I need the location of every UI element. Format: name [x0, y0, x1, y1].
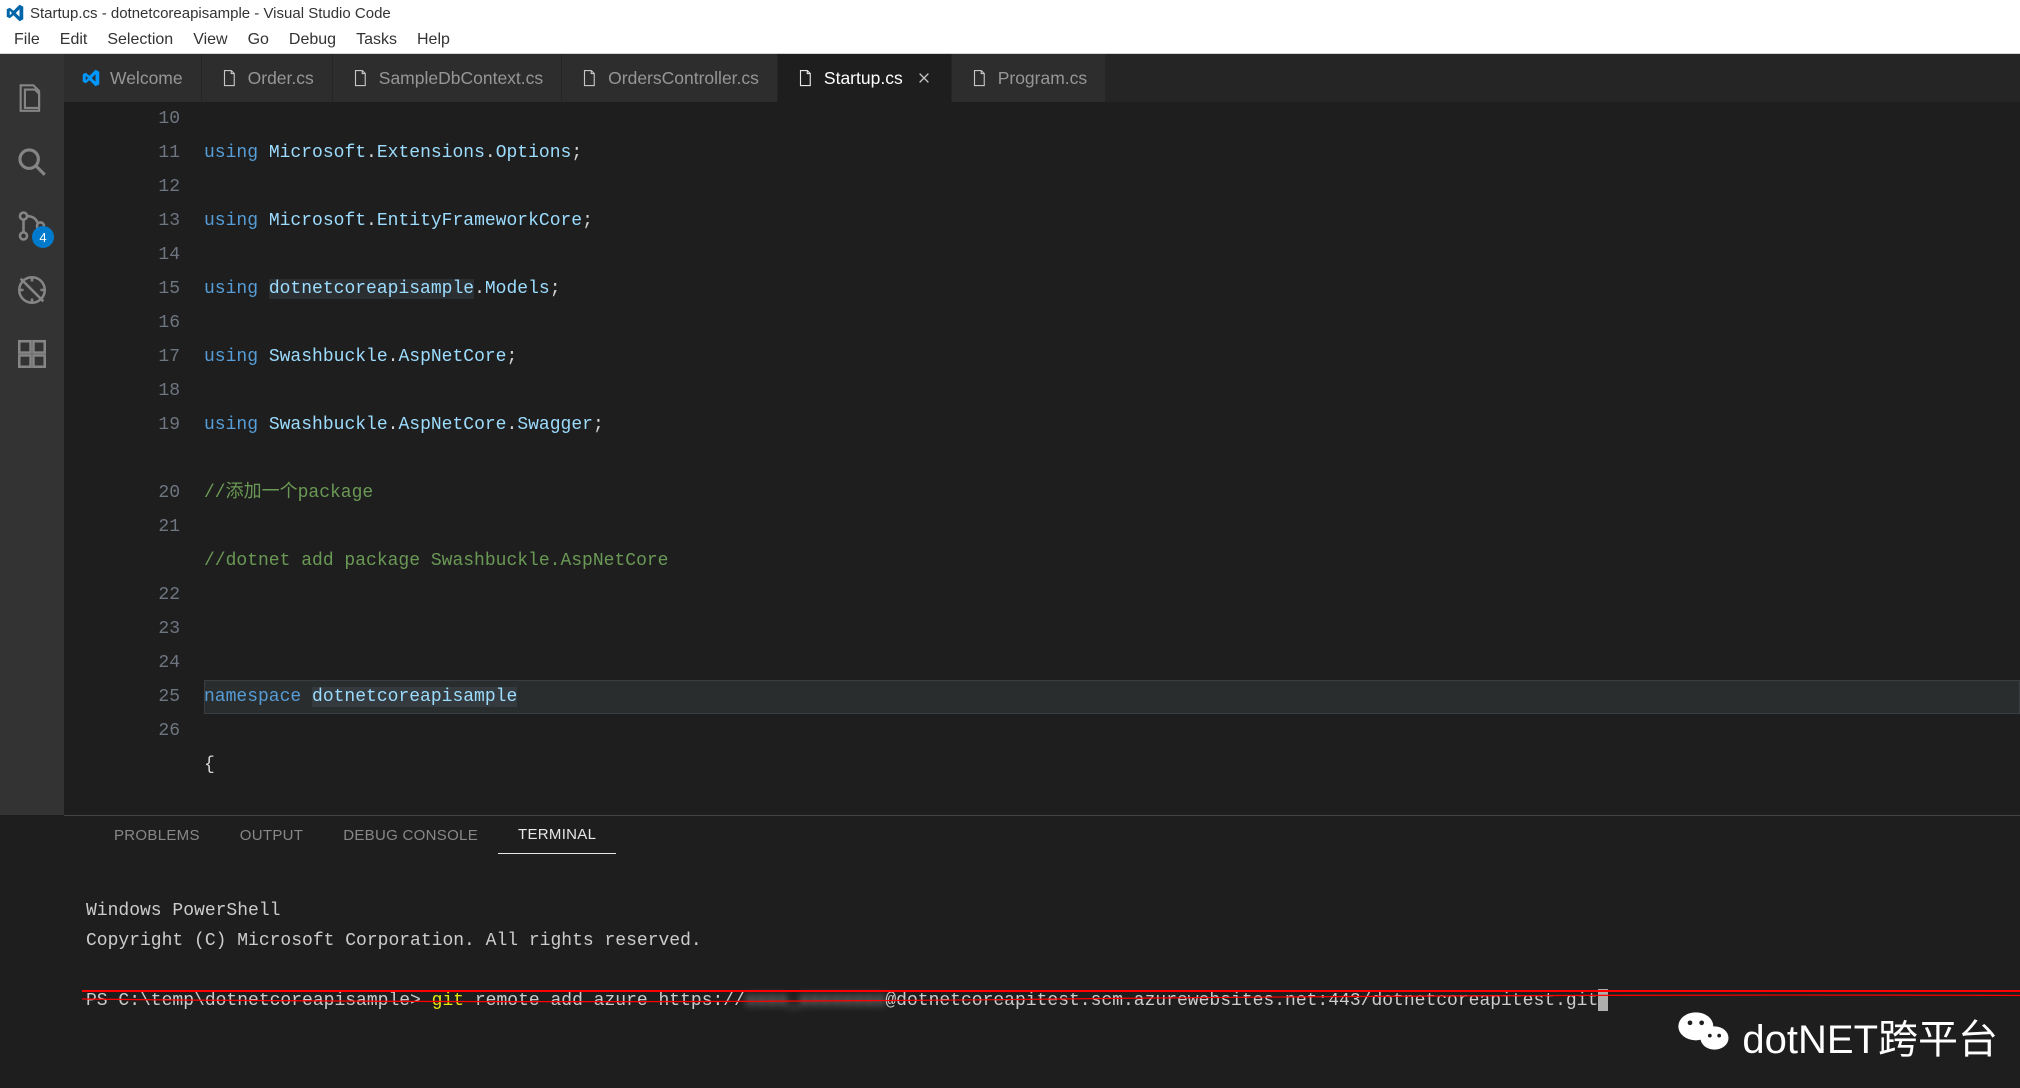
- wechat-icon: [1676, 1007, 1732, 1065]
- tabbar: Welcome Order.cs SampleDbContext.cs Orde…: [64, 54, 2020, 102]
- activity-scm[interactable]: 4: [0, 194, 64, 258]
- menu-selection[interactable]: Selection: [97, 27, 183, 53]
- panel-tabs: PROBLEMS OUTPUT DEBUG CONSOLE TERMINAL: [64, 816, 2020, 854]
- tab-label: Startup.cs: [824, 68, 903, 89]
- code-comment: //dotnet add package Swashbuckle.AspNetC…: [204, 551, 668, 571]
- editor-area: Welcome Order.cs SampleDbContext.cs Orde…: [64, 54, 2020, 815]
- watermark-text: dotNET跨平台: [1742, 1007, 1998, 1065]
- titlebar: Startup.cs - dotnetcoreapisample - Visua…: [0, 0, 2020, 26]
- tab-label: OrdersController.cs: [608, 68, 759, 89]
- tab-order[interactable]: Order.cs: [202, 54, 333, 102]
- terminal-line: Windows PowerShell: [86, 901, 280, 921]
- tab-label: Welcome: [110, 68, 183, 89]
- panel-tab-problems[interactable]: PROBLEMS: [94, 817, 220, 854]
- file-icon: [351, 69, 369, 87]
- code-comment: //添加一个package: [204, 483, 373, 503]
- annotation-underline: [82, 990, 2020, 1006]
- terminal-line: Copyright (C) Microsoft Corporation. All…: [86, 931, 702, 951]
- menubar: File Edit Selection View Go Debug Tasks …: [0, 26, 2020, 54]
- tab-label: Program.cs: [998, 68, 1087, 89]
- menu-go[interactable]: Go: [238, 27, 279, 53]
- activity-search[interactable]: [0, 130, 64, 194]
- code-content[interactable]: using Microsoft.Extensions.Options; usin…: [204, 102, 2020, 815]
- panel-tab-output[interactable]: OUTPUT: [220, 817, 323, 854]
- code-editor[interactable]: 10 11 12 13 14 15 16 17 18 19 20 21 22 2…: [64, 102, 2020, 815]
- file-icon: [970, 69, 988, 87]
- panel-tab-debugconsole[interactable]: DEBUG CONSOLE: [323, 817, 498, 854]
- activitybar: 4: [0, 54, 64, 815]
- activity-extensions[interactable]: [0, 322, 64, 386]
- menu-tasks[interactable]: Tasks: [346, 27, 407, 53]
- tab-program[interactable]: Program.cs: [952, 54, 1106, 102]
- bottom-panel: PROBLEMS OUTPUT DEBUG CONSOLE TERMINAL W…: [64, 815, 2020, 1083]
- vscode-icon: [6, 4, 24, 22]
- vscode-icon: [82, 69, 100, 87]
- tab-orderscontroller[interactable]: OrdersController.cs: [562, 54, 778, 102]
- activity-debug[interactable]: [0, 258, 64, 322]
- file-icon: [580, 69, 598, 87]
- tab-sampledbcontext[interactable]: SampleDbContext.cs: [333, 54, 562, 102]
- panel-tab-terminal[interactable]: TERMINAL: [498, 816, 616, 854]
- menu-edit[interactable]: Edit: [50, 27, 98, 53]
- tab-label: SampleDbContext.cs: [379, 68, 543, 89]
- file-icon: [796, 69, 814, 87]
- activity-explorer[interactable]: [0, 66, 64, 130]
- menu-debug[interactable]: Debug: [279, 27, 346, 53]
- tab-welcome[interactable]: Welcome: [64, 54, 202, 102]
- file-icon: [220, 69, 238, 87]
- menu-help[interactable]: Help: [407, 27, 460, 53]
- menu-view[interactable]: View: [183, 27, 237, 53]
- scm-badge: 4: [32, 226, 54, 248]
- close-icon[interactable]: [915, 69, 933, 87]
- menu-file[interactable]: File: [4, 27, 50, 53]
- window-title: Startup.cs - dotnetcoreapisample - Visua…: [30, 5, 391, 22]
- tab-label: Order.cs: [248, 68, 314, 89]
- tab-startup[interactable]: Startup.cs: [778, 54, 952, 102]
- line-gutter: 10 11 12 13 14 15 16 17 18 19 20 21 22 2…: [64, 102, 204, 815]
- watermark: dotNET跨平台: [1676, 1007, 1998, 1065]
